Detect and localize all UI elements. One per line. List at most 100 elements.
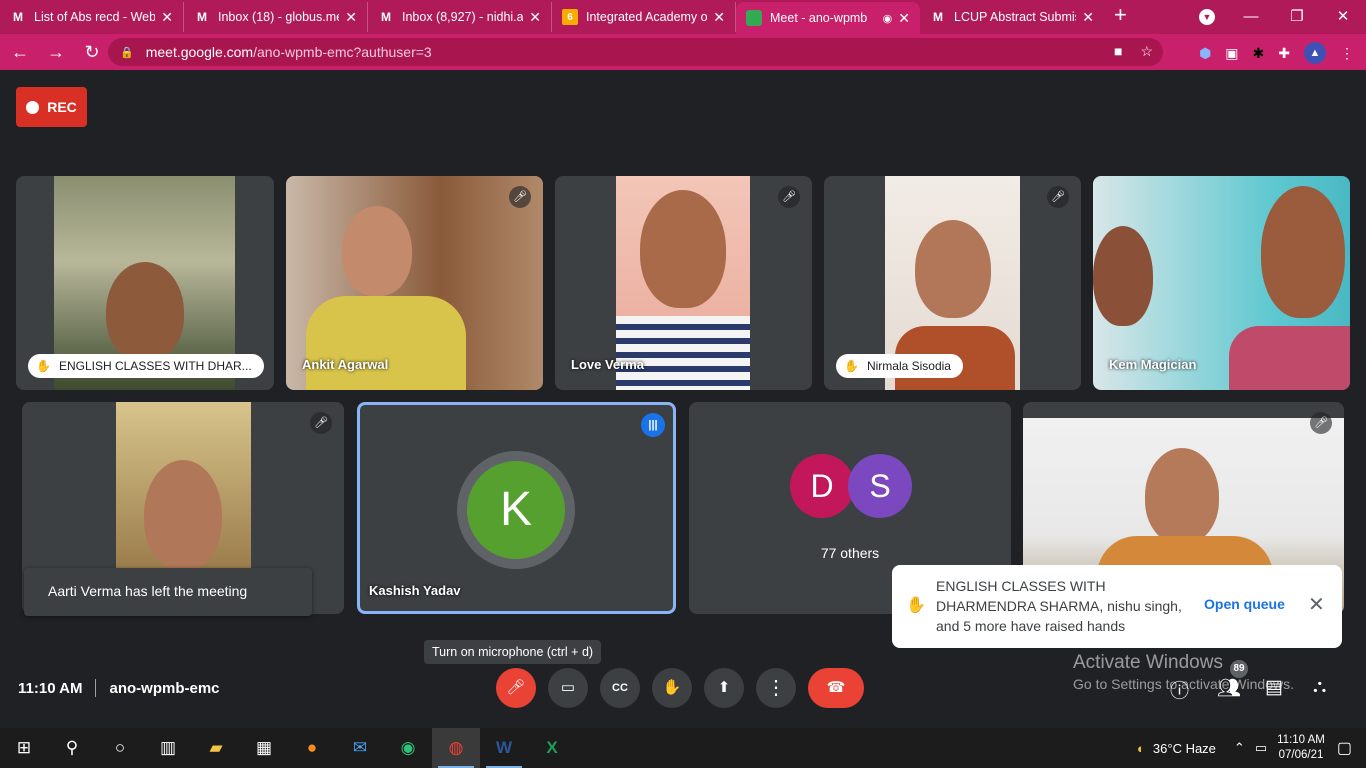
- meeting-details: 11:10 AM ano-wpmb-emc: [18, 679, 220, 697]
- avatar: K: [467, 461, 565, 559]
- tab-inbox-nidhi[interactable]: M Inbox (8,927) - nidhi.ac ✕: [368, 2, 552, 32]
- avatar: S: [848, 454, 912, 518]
- participant-tile[interactable]: 🎤︎ Love Verma: [555, 176, 812, 390]
- tab-integrated-academy[interactable]: 6 Integrated Academy o ✕: [552, 2, 736, 32]
- profile-avatar[interactable]: ▲: [1304, 42, 1326, 64]
- muted-mic-icon: 🎤︎: [310, 412, 332, 434]
- meeting-time: 11:10 AM: [18, 679, 83, 697]
- system-tray: ◐ 36°C Haze ⌃ ▭ 11:10 AM 07/06/21 ▢: [1137, 728, 1366, 768]
- close-icon[interactable]: ✕: [529, 9, 541, 26]
- raised-hands-message: ENGLISH CLASSES WITH DHARMENDRA SHARMA, …: [936, 578, 1182, 634]
- taskbar-clock[interactable]: 11:10 AM 07/06/21: [1277, 733, 1325, 763]
- address-bar[interactable]: 🔒 meet.google.com/ano-wpmb-emc?authuser=…: [108, 38, 1163, 66]
- file-explorer-icon[interactable]: ▰: [192, 728, 240, 768]
- participant-tile[interactable]: Kem Magician: [1093, 176, 1350, 390]
- participant-face: [915, 220, 991, 318]
- participant-tile[interactable]: ✋ ENGLISH CLASSES WITH DHAR...: [16, 176, 274, 390]
- tab-title: Integrated Academy o: [586, 10, 708, 24]
- extension-doc-icon[interactable]: ▣: [1225, 45, 1238, 62]
- minimize-button[interactable]: —: [1228, 8, 1274, 25]
- search-icon[interactable]: ⚲: [48, 728, 96, 768]
- mail-icon[interactable]: ✉: [336, 728, 384, 768]
- browser-toolbar: ← → ↻ 🔒 meet.google.com/ano-wpmb-emc?aut…: [0, 34, 1366, 70]
- windows-start-button[interactable]: ⊞: [0, 728, 48, 768]
- tab-lcup[interactable]: M LCUP Abstract Submis ✕: [920, 2, 1104, 32]
- present-icon: ⬆: [717, 679, 731, 696]
- rec-label: REC: [47, 99, 77, 115]
- word-icon[interactable]: W: [480, 728, 528, 768]
- task-view-icon[interactable]: ▥: [144, 728, 192, 768]
- tab-title: Meet - ano-wpmb: [770, 11, 868, 25]
- tab-title: LCUP Abstract Submis: [954, 10, 1077, 24]
- edge-icon[interactable]: ◉: [384, 728, 432, 768]
- camera-icon[interactable]: ■: [1114, 43, 1122, 60]
- tab-list-of-abs[interactable]: M List of Abs recd - Web ✕: [0, 2, 184, 32]
- cortana-icon[interactable]: ○: [96, 728, 144, 768]
- participant-face: [342, 206, 412, 296]
- tab-search-icon[interactable]: ▼: [1199, 9, 1215, 25]
- close-icon[interactable]: ✕: [1082, 9, 1094, 26]
- open-queue-button[interactable]: Open queue: [1204, 596, 1285, 612]
- others-count-label: 77 others: [820, 545, 880, 561]
- forward-button[interactable]: →: [40, 42, 72, 63]
- weather-label[interactable]: 36°C Haze: [1153, 741, 1216, 756]
- activate-windows-watermark: Activate Windows Go to Settings to activ…: [1073, 652, 1294, 692]
- present-screen-button[interactable]: ⬆: [704, 668, 744, 708]
- participant-tile[interactable]: 🎤︎ Ankit Agarwal: [286, 176, 543, 390]
- captions-button[interactable]: CC: [600, 668, 640, 708]
- reload-button[interactable]: ↻: [76, 42, 108, 63]
- notifications-icon[interactable]: ▢: [1337, 738, 1352, 758]
- raised-hands-notification: ✋ ENGLISH CLASSES WITH DHARMENDRA SHARMA…: [892, 565, 1342, 648]
- leave-call-button[interactable]: ☎: [808, 668, 864, 708]
- close-icon[interactable]: ✕: [1308, 592, 1325, 617]
- lock-icon[interactable]: 🔒: [120, 46, 134, 59]
- chrome-icon[interactable]: ◍: [432, 728, 480, 768]
- raise-hand-button[interactable]: ✋: [652, 668, 692, 708]
- participant-tile-speaking[interactable]: K ||| Kashish Yadav: [357, 402, 676, 614]
- meeting-code[interactable]: ano-wpmb-emc: [109, 680, 219, 697]
- hang-up-icon: ☎: [826, 679, 846, 696]
- close-icon[interactable]: ✕: [161, 9, 173, 26]
- participant-tile[interactable]: 🎤︎ ✋ Nirmala Sisodia: [824, 176, 1081, 390]
- participant-name: Love Verma: [571, 357, 644, 372]
- muted-mic-icon: 🎤︎: [1310, 412, 1332, 434]
- participant-clothing: [1229, 326, 1350, 390]
- tab-meet[interactable]: Meet - ano-wpmb ◉ ✕: [736, 2, 920, 34]
- camera-icon: ▭: [560, 679, 576, 696]
- recording-badge[interactable]: REC: [16, 87, 87, 127]
- battery-icon[interactable]: ▭: [1255, 740, 1267, 756]
- participant-name: Kem Magician: [1109, 357, 1197, 372]
- close-window-button[interactable]: ✕: [1320, 7, 1366, 25]
- tab-title: List of Abs recd - Web: [34, 10, 156, 24]
- extension-asterisk-icon[interactable]: ✱: [1253, 45, 1265, 62]
- close-icon[interactable]: ✕: [345, 9, 357, 26]
- excel-icon[interactable]: X: [528, 728, 576, 768]
- back-button[interactable]: ←: [4, 42, 36, 63]
- gmail-icon: M: [197, 10, 207, 24]
- avatar-ring: K: [457, 451, 575, 569]
- close-icon[interactable]: ✕: [713, 9, 725, 26]
- new-tab-button[interactable]: +: [1114, 2, 1127, 28]
- muted-mic-icon: 🎤︎: [509, 186, 531, 208]
- participant-face: [1261, 186, 1345, 318]
- record-dot-icon: [26, 100, 40, 114]
- more-menu-icon[interactable]: ⋮: [1340, 45, 1354, 62]
- camera-toggle-button[interactable]: ▭: [548, 668, 588, 708]
- weather-icon: ◐: [1137, 740, 1145, 756]
- firefox-icon[interactable]: ●: [288, 728, 336, 768]
- extensions-area: ⬢ ▣ ✱ ✚ ▲ ⋮: [1199, 42, 1354, 64]
- extension-shield-icon[interactable]: ⬢: [1199, 45, 1211, 62]
- muted-mic-icon: 🎤︎: [1047, 186, 1069, 208]
- chevron-up-icon[interactable]: ⌃: [1234, 740, 1245, 756]
- divider: [95, 679, 97, 697]
- microphone-toggle-button[interactable]: 🎤︎: [496, 668, 536, 708]
- store-icon[interactable]: ▦: [240, 728, 288, 768]
- tab-inbox-globus[interactable]: M Inbox (18) - globus.me ✕: [184, 2, 368, 32]
- puzzle-icon[interactable]: ✚: [1278, 45, 1290, 62]
- activities-icon[interactable]: ⛬: [1313, 676, 1326, 698]
- close-icon[interactable]: ✕: [898, 10, 910, 27]
- more-options-button[interactable]: ⋮: [756, 668, 796, 708]
- bookmark-star-icon[interactable]: ☆: [1140, 43, 1153, 60]
- maximize-button[interactable]: ❐: [1274, 7, 1320, 25]
- participant-face: [106, 262, 184, 362]
